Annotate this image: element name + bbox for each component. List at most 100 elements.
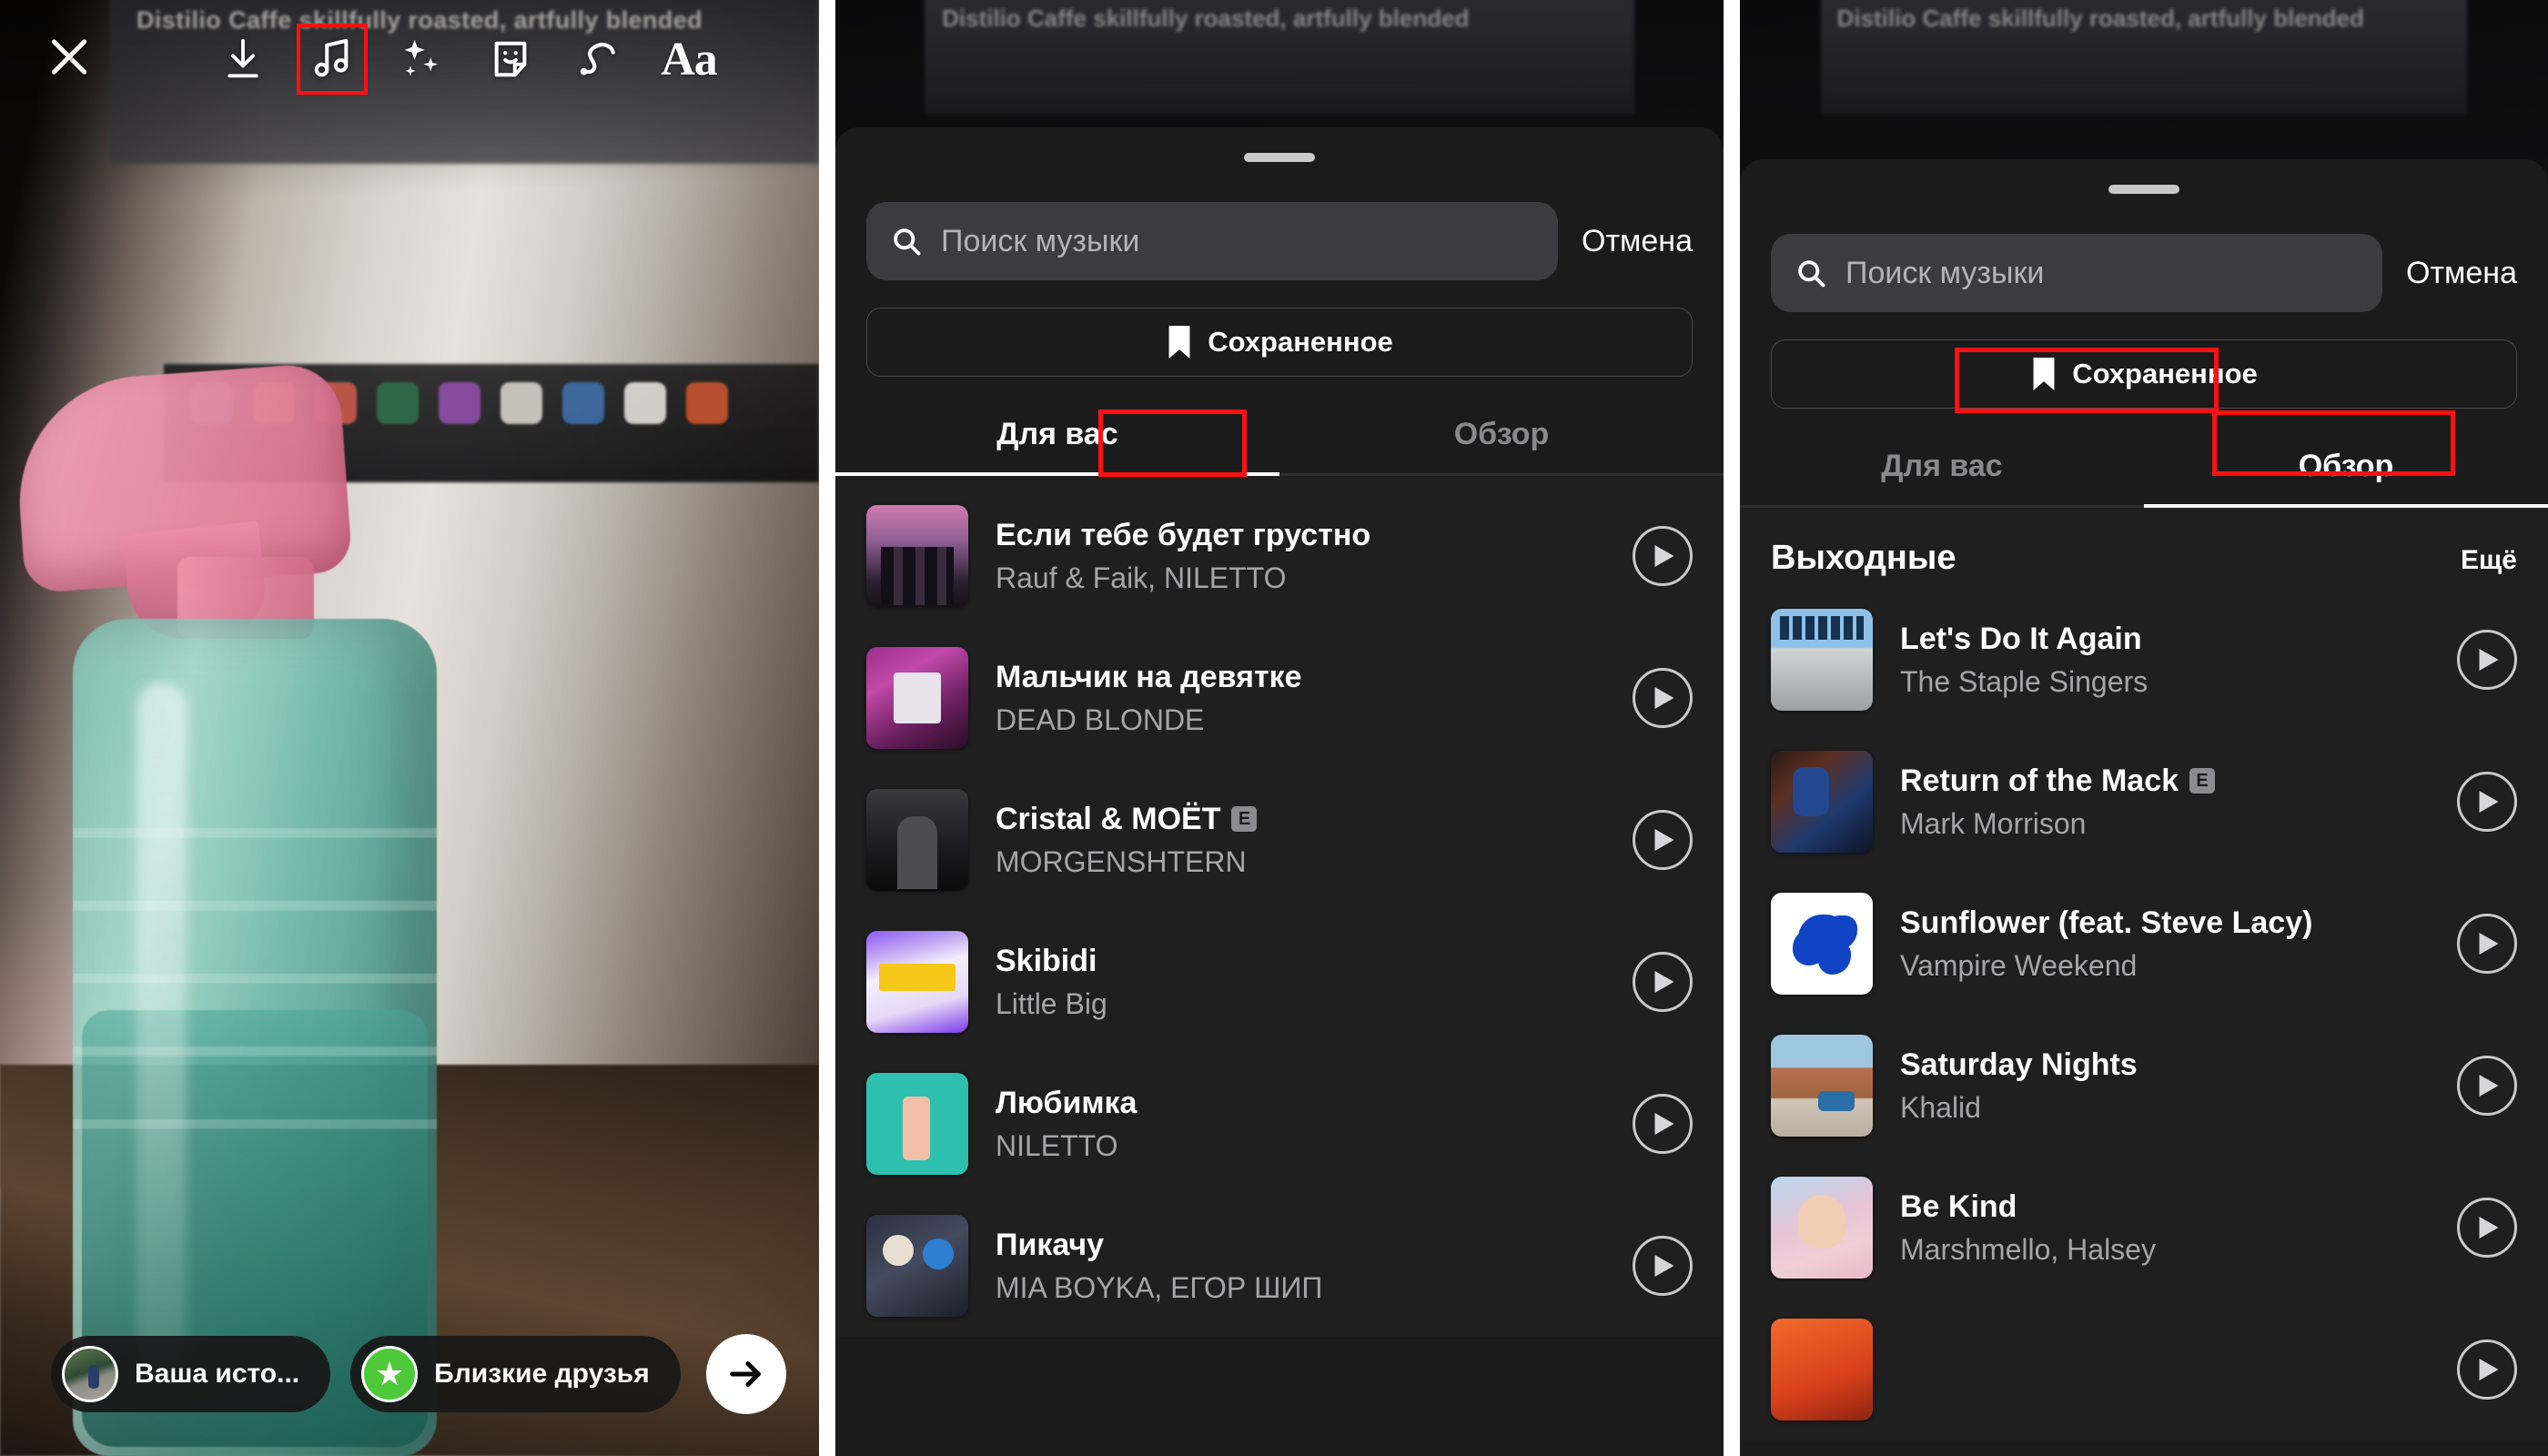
play-icon[interactable] xyxy=(1633,810,1693,870)
tab-for-you[interactable]: Для вас xyxy=(835,397,1279,476)
track-artist: The Staple Singers xyxy=(1900,664,2149,698)
backdrop-overlay-text: Distilio Caffe skillfully roasted, artfu… xyxy=(1836,5,2364,32)
play-icon[interactable] xyxy=(2457,1056,2517,1116)
cancel-button[interactable]: Отмена xyxy=(1582,224,1693,259)
play-icon[interactable] xyxy=(2457,1198,2517,1258)
track-artist: Vampire Weekend xyxy=(1900,948,2138,982)
track-row[interactable]: Be Kind Marshmello, Halsey xyxy=(1740,1157,2548,1299)
story-photo: Distilio Caffe skillfully roasted, artfu… xyxy=(0,0,819,1456)
sheet-grabber[interactable] xyxy=(1244,153,1315,162)
music-icon[interactable] xyxy=(297,24,368,95)
text-aa-icon[interactable]: Aa xyxy=(655,25,723,93)
track-title: Sunflower (feat. Steve Lacy) xyxy=(1900,905,2313,940)
album-cover xyxy=(866,1215,968,1317)
tab-browse[interactable]: Обзор xyxy=(1279,397,1724,476)
track-row[interactable]: Пикачу MIA BOYKA, ЕГОР ШИП xyxy=(835,1195,1724,1337)
track-row[interactable]: Мальчик на девятке DEAD BLONDE xyxy=(835,627,1724,769)
track-artist: Marshmello, Halsey xyxy=(1900,1232,2156,1266)
tab-for-you[interactable]: Для вас xyxy=(1740,429,2144,508)
search-placeholder: Поиск музыки xyxy=(941,223,1140,258)
play-icon[interactable] xyxy=(2457,914,2517,974)
play-icon[interactable] xyxy=(2457,630,2517,690)
track-row-partial[interactable] xyxy=(1740,1299,2548,1441)
tab-browse[interactable]: Обзор xyxy=(2144,429,2548,508)
close-friends-button[interactable]: ★ Близкие друзья xyxy=(350,1336,681,1412)
panel-music-for-you: Distilio Caffe skillfully roasted, artfu… xyxy=(835,0,1724,1456)
play-icon[interactable] xyxy=(1633,1094,1693,1154)
album-cover xyxy=(866,1073,968,1175)
search-icon xyxy=(894,228,921,256)
screenshot-root: Distilio Caffe skillfully roasted, artfu… xyxy=(0,0,2548,1456)
track-row[interactable]: Let's Do It Again The Staple Singers xyxy=(1740,589,2548,731)
track-list: Если тебе будет грустно Rauf & Faik, NIL… xyxy=(835,476,1724,1337)
your-story-button[interactable]: Ваша исто... xyxy=(51,1336,331,1412)
sticker-icon[interactable] xyxy=(477,25,544,93)
album-cover xyxy=(1771,1035,1873,1137)
track-title: Return of the Mack xyxy=(1900,763,2179,798)
explicit-badge: E xyxy=(1231,806,1258,832)
tab-active-indicator xyxy=(835,472,1279,476)
music-tabs: Для вас Обзор xyxy=(835,397,1724,476)
draw-icon[interactable] xyxy=(566,25,633,93)
cancel-button[interactable]: Отмена xyxy=(2406,256,2517,291)
track-row[interactable]: Cristal & MOËT E MORGENSHTERN xyxy=(835,769,1724,911)
music-sheet: Поиск музыки Отмена Сохраненное Для вас … xyxy=(835,127,1724,1456)
next-arrow-button[interactable] xyxy=(705,1334,786,1414)
track-row[interactable]: Saturday Nights Khalid xyxy=(1740,1015,2548,1157)
panel-story-camera: Distilio Caffe skillfully roasted, artfu… xyxy=(0,0,819,1456)
play-icon[interactable] xyxy=(2457,772,2517,832)
panel-divider-1 xyxy=(819,0,835,1456)
track-artist: MORGENSHTERN xyxy=(996,844,1247,878)
play-icon[interactable] xyxy=(1633,668,1693,728)
search-input[interactable]: Поиск музыки xyxy=(1771,234,2382,312)
section-header: Выходные Ещё xyxy=(1740,508,2548,589)
saved-button[interactable]: Сохраненное xyxy=(1771,339,2517,409)
track-row[interactable]: Return of the Mack E Mark Morrison xyxy=(1740,731,2548,873)
album-cover xyxy=(1771,1177,1873,1279)
play-icon[interactable] xyxy=(2457,1340,2517,1400)
album-cover xyxy=(1771,751,1873,853)
track-title: Любимка xyxy=(996,1085,1138,1120)
section-more-link[interactable]: Ещё xyxy=(2461,545,2517,576)
album-cover xyxy=(866,931,968,1033)
track-artist: Little Big xyxy=(996,986,1107,1020)
effects-sparkle-icon[interactable] xyxy=(388,25,455,93)
track-title: Be Kind xyxy=(1900,1188,2017,1224)
album-cover xyxy=(1771,1319,1873,1421)
track-title: Saturday Nights xyxy=(1900,1046,2138,1082)
section-title: Выходные xyxy=(1771,539,1956,577)
panel-music-browse: Distilio Caffe skillfully roasted, artfu… xyxy=(1740,0,2548,1456)
photo-vignette xyxy=(0,0,819,1456)
play-icon[interactable] xyxy=(1633,526,1693,586)
search-placeholder: Поиск музыки xyxy=(1845,255,2045,290)
track-row[interactable]: Если тебе будет грустно Rauf & Faik, NIL… xyxy=(835,485,1724,627)
sheet-grabber[interactable] xyxy=(2108,185,2179,194)
music-sheet: Поиск музыки Отмена Сохраненное Для вас … xyxy=(1740,159,2548,1456)
saved-label: Сохраненное xyxy=(2072,358,2258,389)
track-row[interactable]: Любимка NILETTO xyxy=(835,1053,1724,1195)
text-aa-label: Aa xyxy=(661,33,718,86)
close-icon[interactable] xyxy=(44,31,95,82)
track-row[interactable]: Skibidi Little Big xyxy=(835,911,1724,1053)
search-row: Поиск музыки Отмена xyxy=(1740,194,2548,312)
play-icon[interactable] xyxy=(1633,952,1693,1012)
track-row[interactable]: Sunflower (feat. Steve Lacy) Vampire Wee… xyxy=(1740,873,2548,1015)
tab-active-indicator xyxy=(2144,504,2548,508)
download-icon[interactable] xyxy=(209,25,277,93)
album-cover xyxy=(866,505,968,607)
panel-divider-2 xyxy=(1724,0,1740,1456)
album-cover xyxy=(1771,893,1873,995)
track-artist: Mark Morrison xyxy=(1900,806,2087,840)
search-row: Поиск музыки Отмена xyxy=(835,162,1724,280)
track-artist: Khalid xyxy=(1900,1090,1981,1124)
track-title: Мальчик на девятке xyxy=(996,659,1302,694)
close-friends-label: Близкие друзья xyxy=(434,1359,650,1389)
backdrop-overlay-text: Distilio Caffe skillfully roasted, artfu… xyxy=(942,5,1470,32)
track-title: Cristal & MOËT xyxy=(996,801,1221,836)
play-icon[interactable] xyxy=(1633,1236,1693,1296)
album-cover xyxy=(866,647,968,749)
track-title: Skibidi xyxy=(996,943,1097,978)
search-input[interactable]: Поиск музыки xyxy=(866,202,1558,280)
saved-button[interactable]: Сохраненное xyxy=(866,308,1693,377)
track-artist: NILETTO xyxy=(996,1128,1118,1162)
